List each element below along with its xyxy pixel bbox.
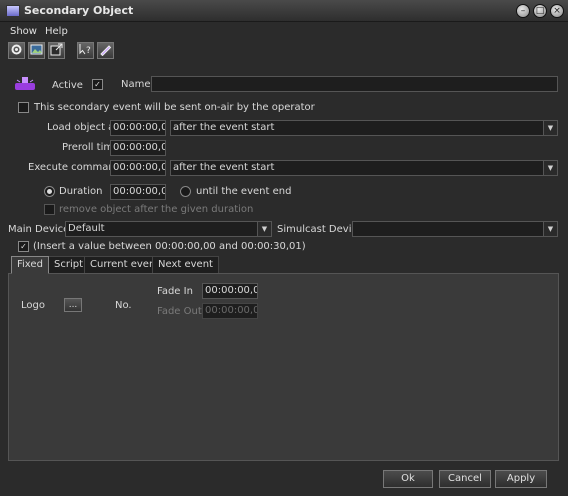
menu-bar: Show Help [0,24,568,40]
operator-label: This secondary event will be sent on-air… [34,102,315,113]
secondary-event-icon [13,75,37,93]
duration-radio[interactable] [44,186,55,197]
maximize-icon[interactable]: □ [533,4,547,18]
main-device-label: Main Device [8,224,70,235]
svg-text:?: ? [86,46,91,56]
settings-icon[interactable] [8,42,25,59]
remove-object-label: remove object after the given duration [59,204,254,215]
chevron-down-icon[interactable]: ▼ [257,222,271,236]
execute-label: Execute command [28,162,122,173]
tab-next-event[interactable]: Next event [152,256,219,274]
until-end-label: until the event end [196,186,292,197]
image-icon[interactable] [28,42,45,59]
execute-mode-value: after the event start [173,162,275,173]
active-label: Active [52,80,83,91]
insert-checkbox[interactable]: ✓ [18,241,29,252]
simulcast-device-select[interactable]: ▼ [352,221,558,237]
minimize-icon[interactable]: – [516,4,530,18]
apply-button[interactable]: Apply [495,470,547,488]
cancel-button[interactable]: Cancel [439,470,491,488]
chevron-down-icon[interactable]: ▼ [543,121,557,135]
export-icon[interactable] [48,42,65,59]
duration-label: Duration [59,186,103,197]
tab-script[interactable]: Script [48,256,90,274]
load-label: Load object at [47,122,119,133]
help-icon[interactable]: ? [77,42,94,59]
fixed-tab-panel [8,273,559,461]
execute-time-input[interactable]: 00:00:00,00 [110,160,166,176]
fade-in-input[interactable]: 00:00:00,00 [202,283,258,299]
number-label: No. [115,300,132,311]
logo-label: Logo [21,300,45,311]
tab-fixed[interactable]: Fixed [11,256,49,274]
close-icon[interactable]: × [550,4,564,18]
edit-icon[interactable] [97,42,114,59]
insert-hint: (Insert a value between 00:00:00,00 and … [33,241,306,252]
simulcast-device-label: Simulcast Device [277,224,364,235]
main-device-select[interactable]: Default ▼ [65,221,272,237]
title-bar[interactable]: Secondary Object – □ × [0,0,568,22]
load-mode-value: after the event start [173,122,275,133]
name-label: Name [121,79,151,90]
menu-help[interactable]: Help [45,26,68,37]
active-checkbox[interactable]: ✓ [92,79,103,90]
fade-out-label: Fade Out [157,306,202,317]
fade-in-label: Fade In [157,286,193,297]
menu-show[interactable]: Show [10,26,37,37]
execute-mode-select[interactable]: after the event start ▼ [170,160,558,176]
load-time-input[interactable]: 00:00:00,00 [110,120,166,136]
preroll-time-input[interactable]: 00:00:00,00 [110,140,166,156]
window-title: Secondary Object [24,4,134,17]
main-device-value: Default [68,223,105,234]
ok-button[interactable]: Ok [383,470,433,488]
until-end-radio[interactable] [180,186,191,197]
remove-object-checkbox[interactable] [44,204,55,215]
chevron-down-icon[interactable]: ▼ [543,222,557,236]
logo-browse-button[interactable]: ... [64,298,82,312]
fade-out-input[interactable]: 00:00:00,00 [202,303,258,319]
name-input[interactable] [151,76,558,92]
load-mode-select[interactable]: after the event start ▼ [170,120,558,136]
duration-time-input[interactable]: 00:00:00,00 [110,184,166,200]
chevron-down-icon[interactable]: ▼ [543,161,557,175]
operator-checkbox[interactable] [18,102,29,113]
app-icon [6,5,20,17]
